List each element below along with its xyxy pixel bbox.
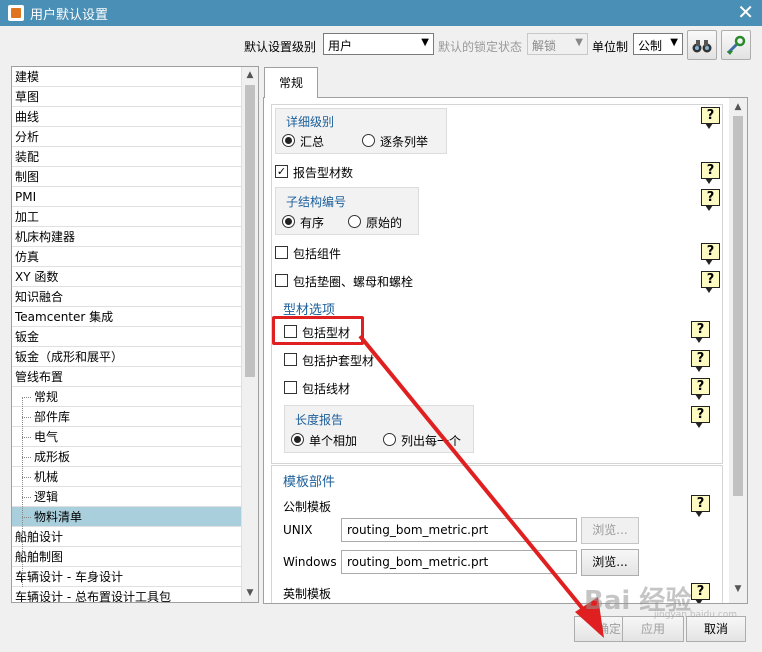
watermark: Bai 经验 jingyan.baidu.com	[584, 586, 738, 620]
annotation-arrow	[358, 334, 604, 638]
tab-general[interactable]: 常规	[264, 67, 318, 98]
